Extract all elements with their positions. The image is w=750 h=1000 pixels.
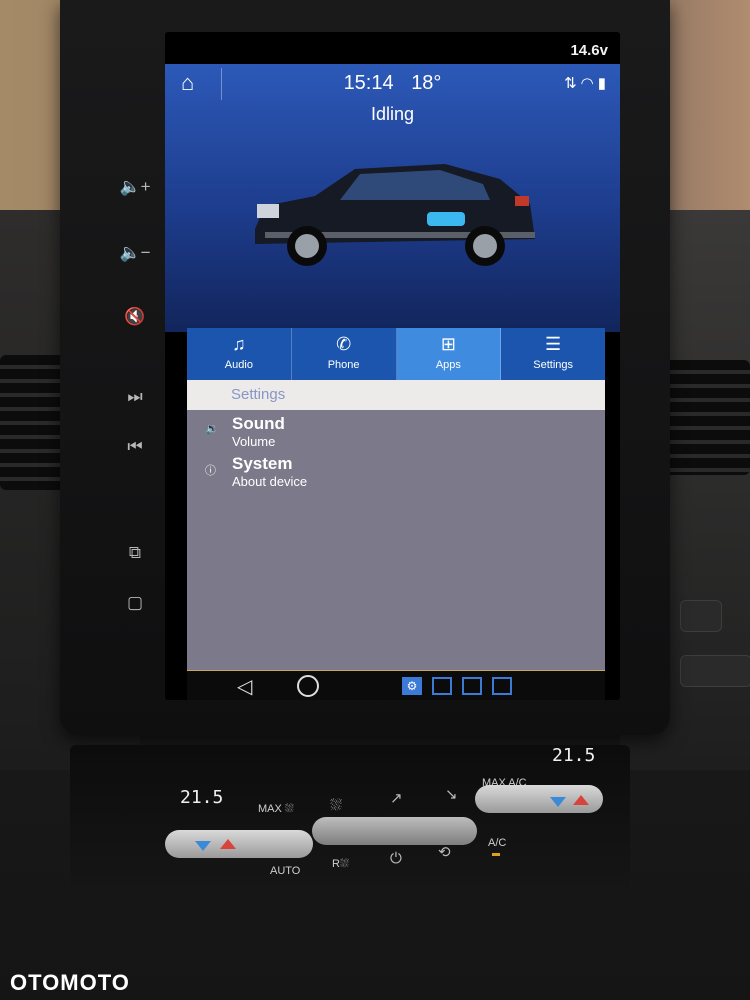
- nav-home-icon[interactable]: [297, 675, 319, 697]
- rear-defrost-icon: ⛆: [339, 858, 349, 870]
- next-track-icon[interactable]: ⏭: [118, 382, 152, 412]
- music-note-icon: ♫: [232, 334, 246, 354]
- recirculation-icon[interactable]: ⟲: [438, 843, 451, 861]
- max-defrost-button[interactable]: MAX ⛆: [258, 803, 294, 816]
- sliders-icon: ☰: [545, 334, 562, 354]
- vehicle-state: Idling: [370, 104, 415, 124]
- left-temp-display: 21.5: [180, 787, 224, 808]
- settings-header: Settings: [187, 380, 605, 410]
- max-label: MAX: [258, 803, 282, 815]
- app-slot-1[interactable]: [432, 677, 452, 695]
- airflow-feet-icon[interactable]: ↘: [445, 785, 458, 803]
- mute-icon[interactable]: 🔇: [118, 302, 152, 332]
- rear-label: R: [332, 858, 340, 870]
- defrost-front-icon: ⛆: [284, 803, 294, 815]
- volume-up-icon[interactable]: 🔈+: [118, 172, 152, 202]
- speaker-icon: 🔉: [205, 423, 219, 435]
- tab-settings-label: Settings: [533, 359, 573, 371]
- screen-off-icon[interactable]: ▢: [118, 588, 152, 618]
- auto-button[interactable]: AUTO: [270, 865, 300, 877]
- info-icon: ⓘ: [205, 465, 216, 477]
- settings-gear-icon[interactable]: ⚙: [402, 677, 422, 695]
- right-temp-display: 21.5: [552, 745, 596, 766]
- settings-item-system[interactable]: ⓘ System About device: [187, 450, 605, 490]
- app-slot-2[interactable]: [462, 677, 482, 695]
- fan-speed-slider[interactable]: [312, 817, 477, 845]
- temperature-label: 18°: [411, 72, 442, 94]
- defrost-icon[interactable]: ⛆: [330, 797, 342, 814]
- hazard-button[interactable]: [680, 600, 722, 632]
- car-illustration: [255, 164, 535, 266]
- tab-phone-label: Phone: [327, 359, 360, 371]
- vehicle-hero: ⌂ 15:14 18° ⇅◠▮ Idling: [165, 64, 620, 332]
- tab-settings[interactable]: ☰ Settings: [501, 328, 605, 380]
- settings-item-subtitle: About device: [232, 474, 308, 489]
- phone-icon: ✆: [336, 334, 352, 354]
- dash-button[interactable]: [680, 655, 750, 687]
- tab-apps[interactable]: ⊞ Apps: [396, 328, 502, 380]
- settings-item-subtitle: Volume: [232, 434, 276, 449]
- settings-panel: Settings 🔉 Sound Volume ⓘ System About d…: [187, 380, 605, 670]
- display-area: ⌂ 15:14 18° ⇅◠▮ Idling ♫ Audio ✆ Phone ⊞…: [165, 64, 620, 700]
- signal-bars-icon: ▮: [597, 75, 610, 92]
- left-temp-up-arrow: [220, 839, 236, 849]
- power-icon[interactable]: ⏻: [390, 850, 402, 867]
- back-icon[interactable]: ◁: [237, 674, 252, 699]
- left-temp-slider[interactable]: [165, 830, 313, 858]
- settings-item-sound[interactable]: 🔉 Sound Volume: [187, 410, 605, 450]
- app-slot-3[interactable]: [492, 677, 512, 695]
- apps-grid-icon: ⊞: [440, 334, 456, 354]
- header-clock: 15:14 18°: [165, 72, 620, 95]
- previous-track-icon[interactable]: ⏮: [118, 432, 152, 462]
- tab-audio[interactable]: ♫ Audio: [187, 328, 292, 380]
- rear-defrost-button[interactable]: R⛆: [332, 858, 349, 871]
- screen-mirror-icon[interactable]: ⧉: [118, 538, 152, 568]
- right-temp-down-arrow: [550, 797, 566, 807]
- tab-audio-label: Audio: [224, 359, 253, 371]
- voltage-readout: 14.6v: [570, 42, 608, 59]
- ac-indicator: [492, 853, 500, 856]
- settings-item-title: Sound: [232, 414, 285, 433]
- android-nav-bar: ◁ ⚙: [187, 670, 605, 700]
- tab-phone[interactable]: ✆ Phone: [291, 328, 397, 380]
- watermark-logo: OTOMOTO: [10, 970, 130, 995]
- right-temp-up-arrow: [573, 795, 589, 805]
- infotainment-screen: 14.6v ⌂ 15:14 18° ⇅◠▮ Idling ♫ Audio ✆ P…: [165, 32, 620, 700]
- main-tabs: ♫ Audio ✆ Phone ⊞ Apps ☰ Settings: [187, 328, 605, 380]
- settings-item-title: System: [232, 454, 293, 473]
- wifi-icon: ◠: [580, 75, 598, 92]
- data-transfer-icon: ⇅: [564, 75, 581, 92]
- climate-control-panel: 21.5 21.5 MAX ⛆ ⛆ ↗ ↘ MAX A/C AUTO R⛆ ⏻ …: [70, 745, 630, 895]
- time-label: 15:14: [343, 72, 394, 94]
- ac-button[interactable]: A/C: [488, 837, 506, 849]
- left-temp-down-arrow: [195, 841, 211, 851]
- airflow-face-icon[interactable]: ↗: [390, 789, 403, 807]
- status-icons: ⇅◠▮: [564, 74, 610, 92]
- volume-down-icon[interactable]: 🔈−: [118, 238, 152, 268]
- tab-apps-label: Apps: [435, 359, 461, 371]
